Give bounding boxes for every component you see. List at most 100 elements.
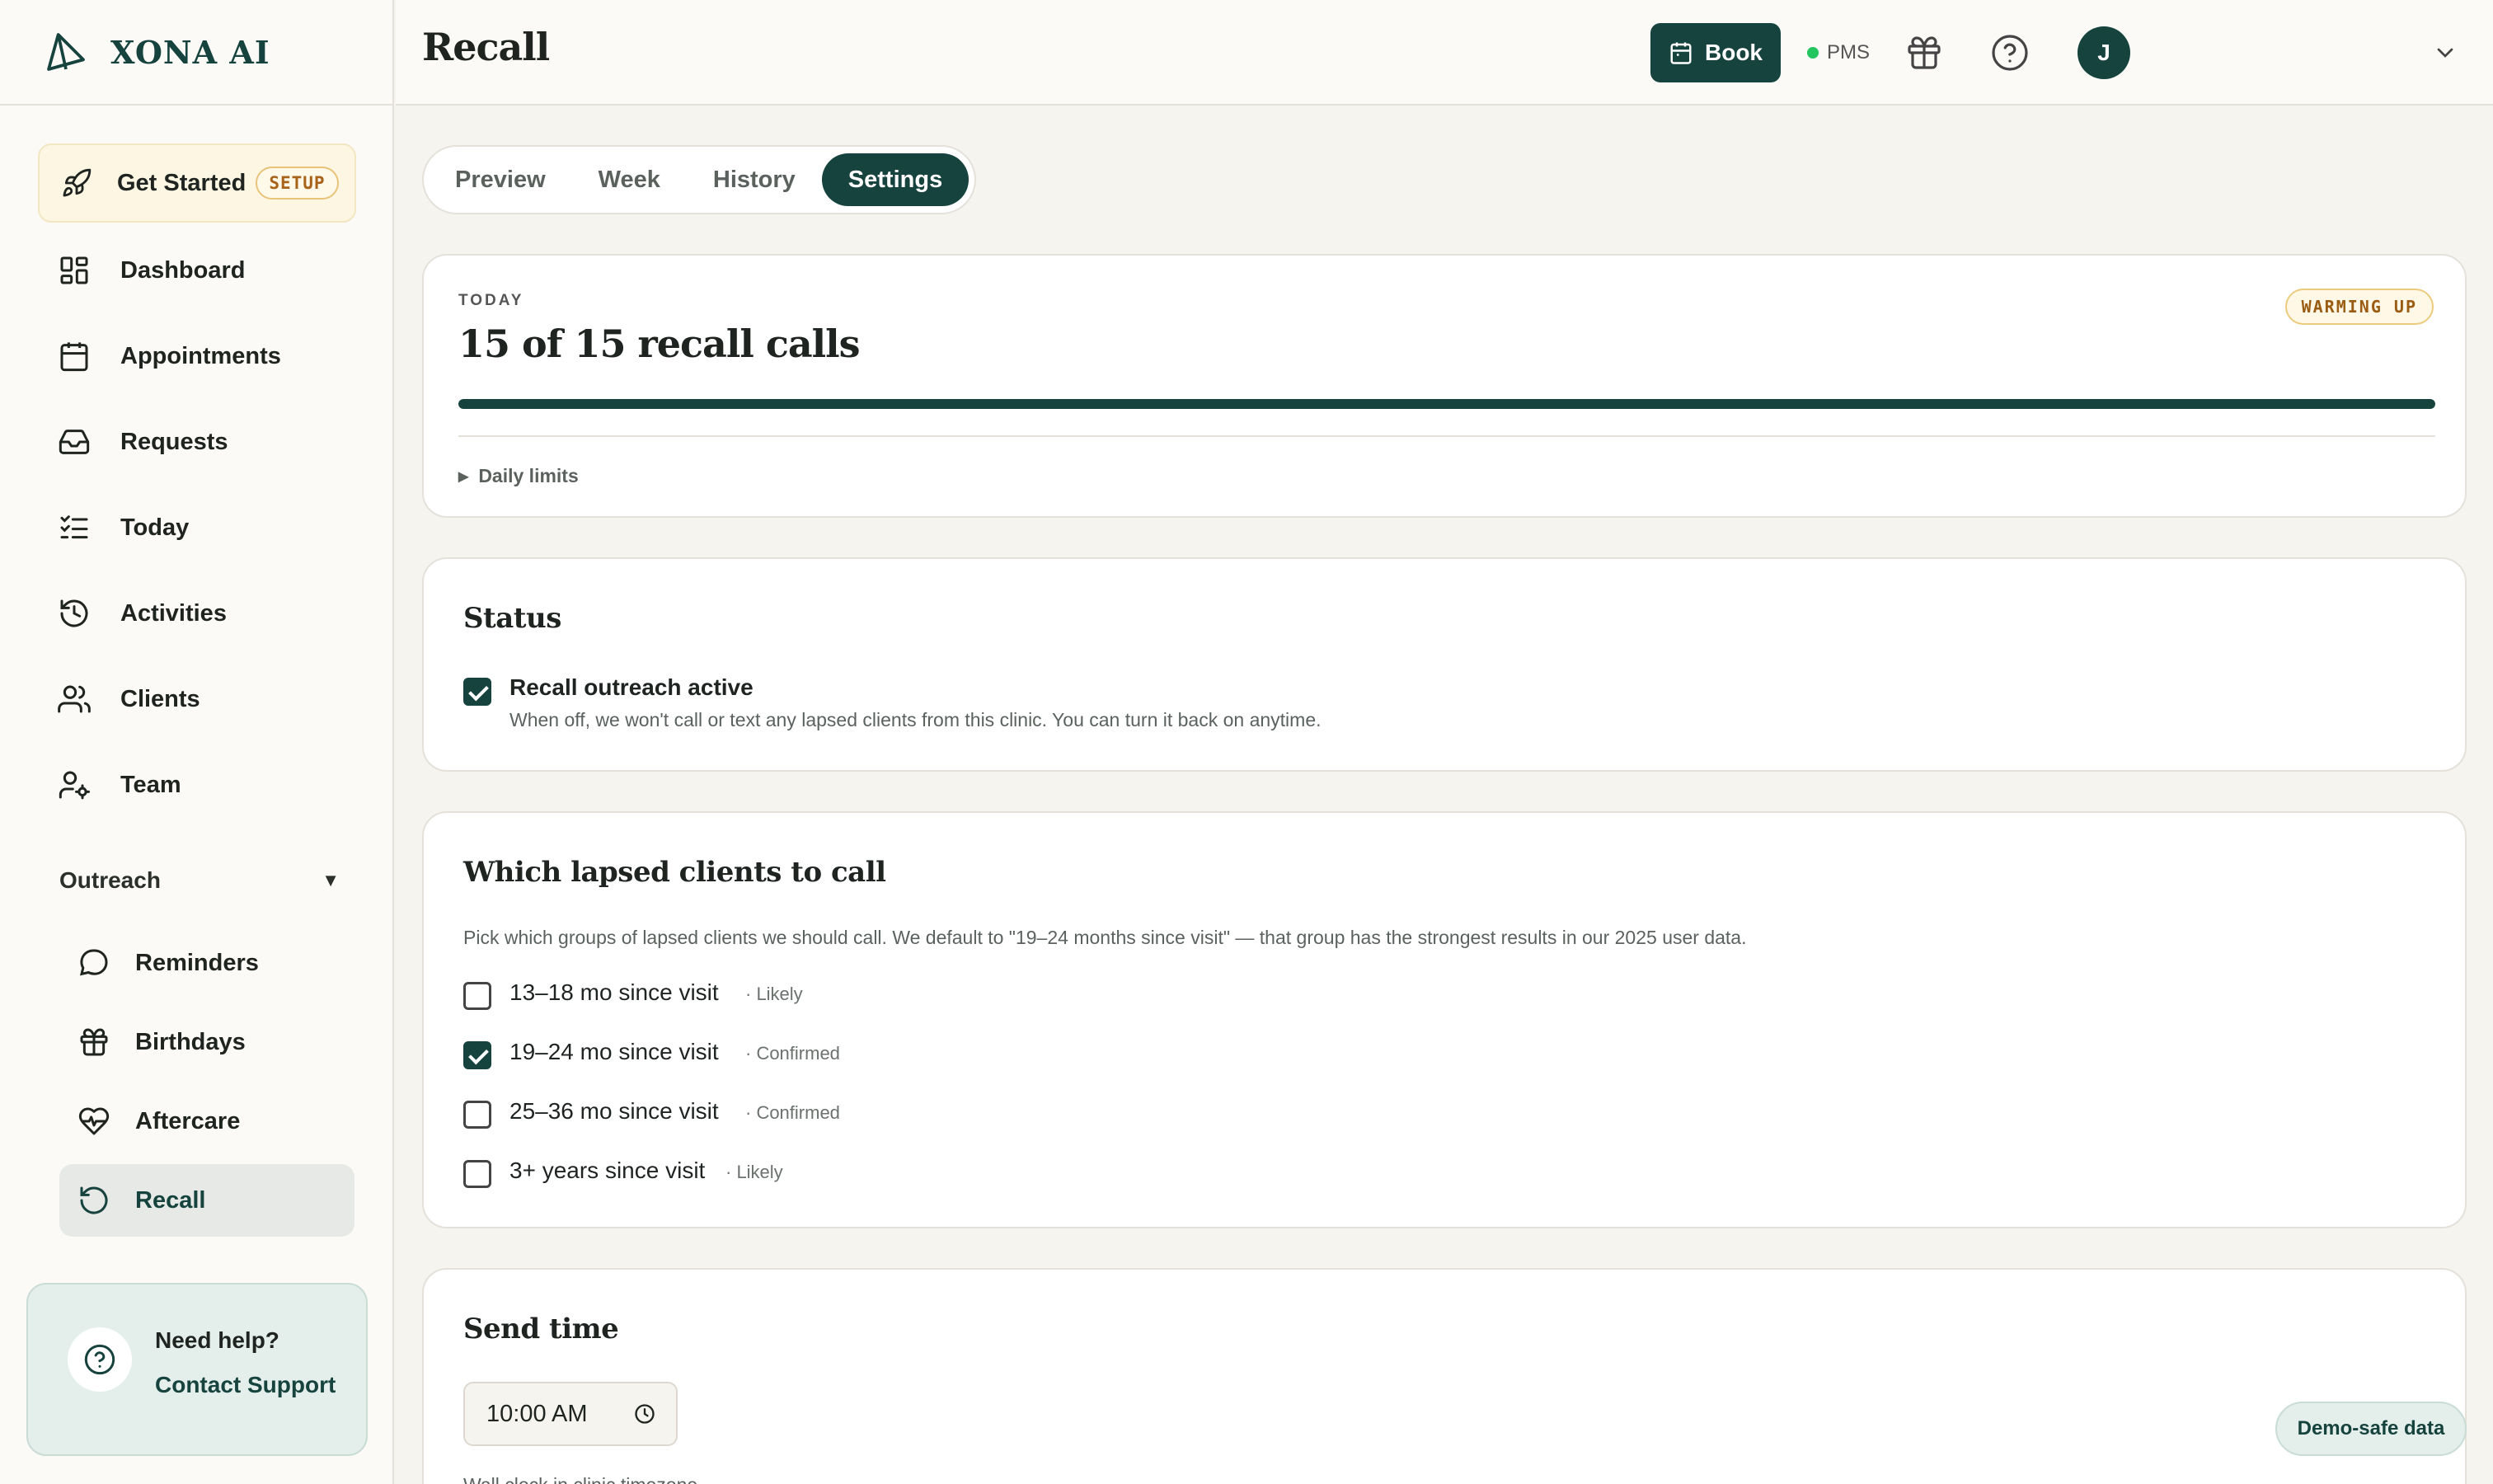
clock-icon <box>635 1404 655 1424</box>
dashboard-icon <box>60 256 88 284</box>
top-header: Recall Book PMS J <box>396 0 2493 106</box>
send-time-value: 10:00 AM <box>486 1400 588 1427</box>
book-button[interactable]: Book <box>1650 23 1781 82</box>
sidebar-item-label: Team <box>120 771 181 798</box>
help-title: Need help? <box>155 1327 279 1353</box>
outreach-section-toggle[interactable]: Outreach ▼ <box>59 867 340 894</box>
tab-preview[interactable]: Preview <box>429 153 572 206</box>
daily-progress-bar <box>458 399 2435 409</box>
tab-settings[interactable]: Settings <box>821 153 970 206</box>
chat-bubble-icon <box>79 949 108 976</box>
lapsed-option-label: 19–24 mo since visit <box>509 1039 719 1064</box>
pms-label: PMS <box>1827 41 1871 63</box>
timezone-note: Wall clock in clinic timezone <box>463 1474 697 1484</box>
sidebar-item-requests[interactable]: Requests <box>58 417 228 467</box>
sidebar-item-dashboard[interactable]: Dashboard <box>58 246 245 295</box>
checklist-icon <box>60 515 88 539</box>
divider <box>458 435 2435 437</box>
chevron-down-icon[interactable] <box>2432 40 2458 66</box>
today-card: TODAY 15 of 15 recall calls WARMING UP ▶… <box>422 254 2467 518</box>
view-tabs: Preview Week History Settings <box>422 145 976 214</box>
brand-name: XONA AI <box>110 33 270 71</box>
lapsed-option-tag: · Confirmed <box>745 1102 840 1123</box>
inbox-icon <box>59 430 90 454</box>
sidebar-item-label: Dashboard <box>120 256 246 284</box>
calendar-icon <box>60 342 88 372</box>
users-icon <box>58 685 91 713</box>
question-circle-icon <box>84 1344 115 1375</box>
user-gear-icon <box>59 771 90 800</box>
recall-active-label: Recall outreach active <box>509 674 754 700</box>
send-time-input[interactable]: 10:00 AM <box>463 1382 678 1446</box>
lapsed-clients-card: Which lapsed clients to call Pick which … <box>422 811 2467 1228</box>
tab-week[interactable]: Week <box>572 153 687 206</box>
sidebar-item-team[interactable]: Team <box>58 760 181 810</box>
sidebar-item-label: Activities <box>120 599 227 627</box>
sidebar-item-reminders[interactable]: Reminders <box>77 938 259 988</box>
pms-status[interactable]: PMS <box>1807 41 1870 64</box>
sidebar-item-appointments[interactable]: Appointments <box>58 331 281 381</box>
lapsed-description: Pick which groups of lapsed clients we s… <box>463 927 1747 948</box>
recall-active-help: When off, we won't call or text any laps… <box>509 709 1322 730</box>
demo-safe-data-badge[interactable]: Demo-safe data <box>2275 1402 2467 1456</box>
help-circle-icon[interactable] <box>1990 33 2030 73</box>
setup-badge: SETUP <box>256 167 339 200</box>
page-title: Recall <box>422 25 550 69</box>
status-card: Status Recall outreach active When off, … <box>422 557 2467 772</box>
sidebar-item-label: Appointments <box>120 342 281 369</box>
today-eyebrow: TODAY <box>458 292 524 309</box>
tab-history[interactable]: History <box>687 153 822 206</box>
sidebar-item-clients[interactable]: Clients <box>58 674 200 724</box>
heart-pulse-icon <box>78 1107 110 1135</box>
gift-icon[interactable] <box>1904 33 1944 73</box>
get-started-label: Get Started <box>117 169 246 196</box>
sidebar-item-label: Aftercare <box>135 1107 241 1134</box>
sidebar-item-recall[interactable]: Recall <box>77 1176 205 1225</box>
lapsed-option-tag: · Likely <box>745 984 803 1004</box>
rotate-ccw-icon <box>80 1186 108 1214</box>
recall-active-checkbox[interactable] <box>463 678 491 706</box>
sidebar-item-label: Clients <box>120 685 200 712</box>
lapsed-option-tag: · Likely <box>725 1162 783 1182</box>
book-label: Book <box>1705 40 1763 65</box>
lapsed-option-label: 25–36 mo since visit <box>509 1098 719 1124</box>
sidebar-item-today[interactable]: Today <box>58 503 189 552</box>
sidebar-item-label: Recall <box>135 1186 206 1214</box>
send-time-card: Send time 10:00 AM Wall clock in clinic … <box>422 1268 2467 1484</box>
history-icon <box>60 599 88 627</box>
send-time-title: Send time <box>463 1313 619 1345</box>
avatar[interactable]: J <box>2078 26 2130 79</box>
rocket-icon <box>63 168 92 197</box>
lapsed-option-tag: · Confirmed <box>745 1043 840 1064</box>
lapsed-option-label: 3+ years since visit <box>509 1158 706 1183</box>
lapsed-title: Which lapsed clients to call <box>463 856 886 889</box>
get-started-button[interactable]: Get Started SETUP <box>38 143 356 223</box>
sidebar-item-aftercare[interactable]: Aftercare <box>77 1097 240 1146</box>
sidebar-item-label: Reminders <box>135 949 259 976</box>
caret-right-icon: ▶ <box>458 469 469 484</box>
recall-call-count: 15 of 15 recall calls <box>458 322 860 366</box>
lapsed-option-checkbox[interactable] <box>463 1101 491 1129</box>
warming-up-badge: WARMING UP <box>2284 289 2434 325</box>
sidebar-item-label: Birthdays <box>135 1028 246 1055</box>
gift-icon <box>80 1028 108 1056</box>
lapsed-option-checkbox[interactable] <box>463 1041 491 1069</box>
brand[interactable]: XONA AI <box>0 0 392 106</box>
contact-support-link[interactable]: Contact Support <box>155 1372 336 1398</box>
pms-status-dot <box>1807 47 1819 59</box>
sidebar-item-activities[interactable]: Activities <box>58 589 227 638</box>
lapsed-option-checkbox[interactable] <box>463 982 491 1010</box>
help-icon-wrap <box>68 1327 132 1392</box>
daily-limits-toggle[interactable]: ▶ Daily limits <box>458 465 579 487</box>
caret-down-icon: ▼ <box>322 870 340 890</box>
lapsed-option-checkbox[interactable] <box>463 1160 491 1188</box>
sidebar-item-label: Requests <box>120 428 228 455</box>
sidebar: XONA AI Get Started SETUP Dashboard Appo… <box>0 0 394 1484</box>
sidebar-item-label: Today <box>120 514 190 541</box>
calendar-icon <box>1670 42 1692 64</box>
logo-icon <box>47 33 85 71</box>
daily-progress-fill <box>458 399 2435 409</box>
sidebar-item-birthdays[interactable]: Birthdays <box>77 1017 246 1067</box>
outreach-label: Outreach <box>59 867 161 893</box>
status-title: Status <box>463 602 561 635</box>
